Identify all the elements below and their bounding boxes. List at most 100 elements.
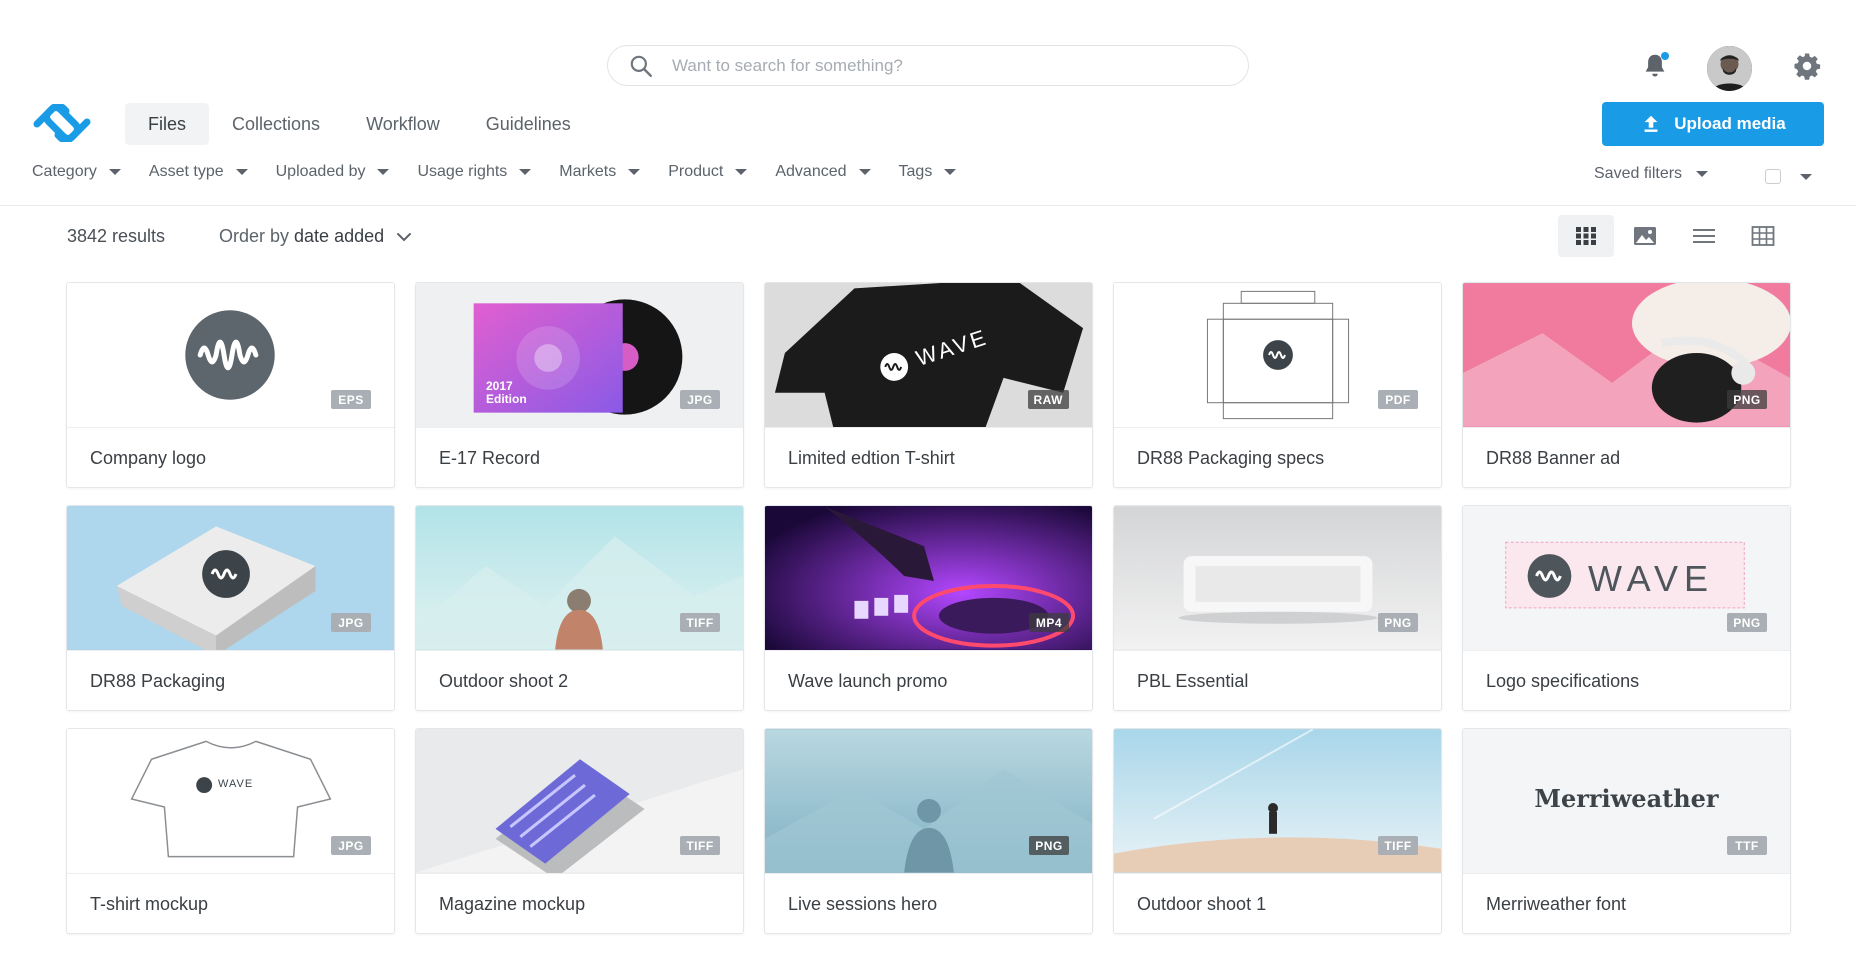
file-type-badge: JPG [331,836,371,855]
asset-thumbnail: EPS [67,283,394,427]
record-cover-text: 2017 Edition [486,379,527,406]
caret-down-icon [377,169,390,175]
filter-label: Usage rights [417,163,508,180]
view-grid-small-button[interactable] [1558,215,1614,257]
tab-collections[interactable]: Collections [209,103,343,145]
asset-title: Outdoor shoot 2 [416,650,743,710]
filter-tags[interactable]: Tags [899,163,957,181]
asset-card[interactable]: EPS Company logo [66,282,395,488]
filter-label: Advanced [775,163,847,180]
saved-filters-label: Saved filters [1594,165,1683,182]
order-by-label: Order by [219,226,290,246]
settings-gear-icon[interactable] [1792,51,1822,81]
asset-card[interactable]: PNG DR88 Banner ad [1462,282,1791,488]
asset-card[interactable]: WAVE JPG T-shirt mockup [66,728,395,934]
asset-title: Outdoor shoot 1 [1114,873,1441,933]
asset-card[interactable]: TIFF Outdoor shoot 2 [415,505,744,711]
asset-title: PBL Essential [1114,650,1441,710]
asset-grid: EPS Company logo 2017 Edition JPG E-17 R… [66,282,1791,934]
asset-title: DR88 Banner ad [1463,427,1790,487]
table-icon [1751,226,1775,246]
filter-uploaded-by[interactable]: Uploaded by [276,163,390,181]
asset-card[interactable]: TIFF Outdoor shoot 1 [1113,728,1442,934]
filter-label: Tags [898,163,933,180]
save-filter-checkbox[interactable] [1765,169,1781,184]
brand-logo[interactable] [31,104,93,142]
file-type-badge: RAW [1027,390,1069,409]
view-large-image-button[interactable] [1617,215,1673,257]
asset-title: Logo specifications [1463,650,1790,710]
asset-card[interactable]: WAVE RAW Limited edtion T-shirt [764,282,1093,488]
asset-card[interactable]: TIFF Magazine mockup [415,728,744,934]
asset-card[interactable]: WAVE PNG Logo specifications [1462,505,1791,711]
asset-card[interactable]: MP4 Wave launch promo [764,505,1093,711]
asset-thumbnail: WAVE JPG [67,729,394,873]
asset-card[interactable]: JPG DR88 Packaging [66,505,395,711]
filter-product[interactable]: Product [668,163,748,181]
upload-icon [1644,115,1658,132]
caret-down-icon [858,169,871,175]
asset-card[interactable]: PNG Live sessions hero [764,728,1093,934]
asset-card[interactable]: 2017 Edition JPG E-17 Record [415,282,744,488]
file-type-badge: PNG [1378,613,1418,632]
filter-label: Asset type [148,163,224,180]
asset-card[interactable]: PDF DR88 Packaging specs [1113,282,1442,488]
upload-media-button[interactable]: Upload media [1602,102,1824,146]
save-filter-caret-icon[interactable] [1800,174,1812,180]
file-type-badge: EPS [331,390,371,409]
filter-label: Markets [559,163,617,180]
file-type-badge: MP4 [1029,613,1069,632]
filter-asset-type[interactable]: Asset type [149,163,248,181]
asset-title: Merriweather font [1463,873,1790,933]
asset-thumbnail: TIFF [416,506,743,650]
file-type-badge: TTF [1727,836,1767,855]
caret-down-icon [735,169,748,175]
filter-usage-rights[interactable]: Usage rights [417,163,532,181]
caret-down-icon [1696,171,1709,177]
file-type-badge: TIFF [680,613,720,632]
user-avatar[interactable] [1707,46,1752,91]
top-bar: Files Collections Workflow Guidelines Up… [0,0,1856,206]
asset-thumbnail: WAVE PNG [1463,506,1790,650]
view-table-button[interactable] [1735,215,1791,257]
asset-thumbnail: 2017 Edition JPG [416,283,743,427]
filter-bar: Category Asset type Uploaded by Usage ri… [32,163,984,181]
caret-down-icon [235,169,248,175]
filter-advanced[interactable]: Advanced [775,163,871,181]
filter-label: Category [32,163,97,180]
search-input[interactable] [672,55,1192,76]
results-count: 3842 results [67,226,166,246]
filter-markets[interactable]: Markets [559,163,641,181]
asset-card[interactable]: Merriweather TTF Merriweather font [1462,728,1791,934]
image-icon [1634,227,1656,245]
tab-guidelines[interactable]: Guidelines [463,103,594,145]
wordmark-text: WAVE [1588,558,1715,599]
caret-down-icon [944,169,957,175]
filter-category[interactable]: Category [32,163,121,181]
asset-title: DR88 Packaging [67,650,394,710]
tab-files[interactable]: Files [125,103,210,145]
view-list-button[interactable] [1676,215,1732,257]
view-mode-switcher [1558,215,1794,257]
asset-title: Company logo [67,427,394,487]
asset-card[interactable]: PNG PBL Essential [1113,505,1442,711]
asset-title: DR88 Packaging specs [1114,427,1441,487]
asset-title: Wave launch promo [765,650,1092,710]
file-type-badge: PDF [1378,390,1418,409]
file-type-badge: TIFF [680,836,720,855]
main-nav: Files Collections Workflow Guidelines [125,103,594,145]
search-bar[interactable] [607,45,1249,86]
search-icon [630,55,652,77]
font-specimen-text: Merriweather [1534,784,1719,813]
notifications-button[interactable] [1640,51,1670,81]
file-type-badge: TIFF [1378,836,1418,855]
file-type-badge: PNG [1727,613,1767,632]
tab-workflow[interactable]: Workflow [343,103,463,145]
saved-filters-dropdown[interactable]: Saved filters [1594,165,1709,183]
asset-thumbnail: MP4 [765,506,1092,650]
grid-small-icon [1576,227,1596,245]
asset-thumbnail: PNG [1114,506,1441,650]
caret-down-icon [108,169,121,175]
order-by-dropdown[interactable]: Order by date added [219,226,412,247]
asset-title: T-shirt mockup [67,873,394,933]
